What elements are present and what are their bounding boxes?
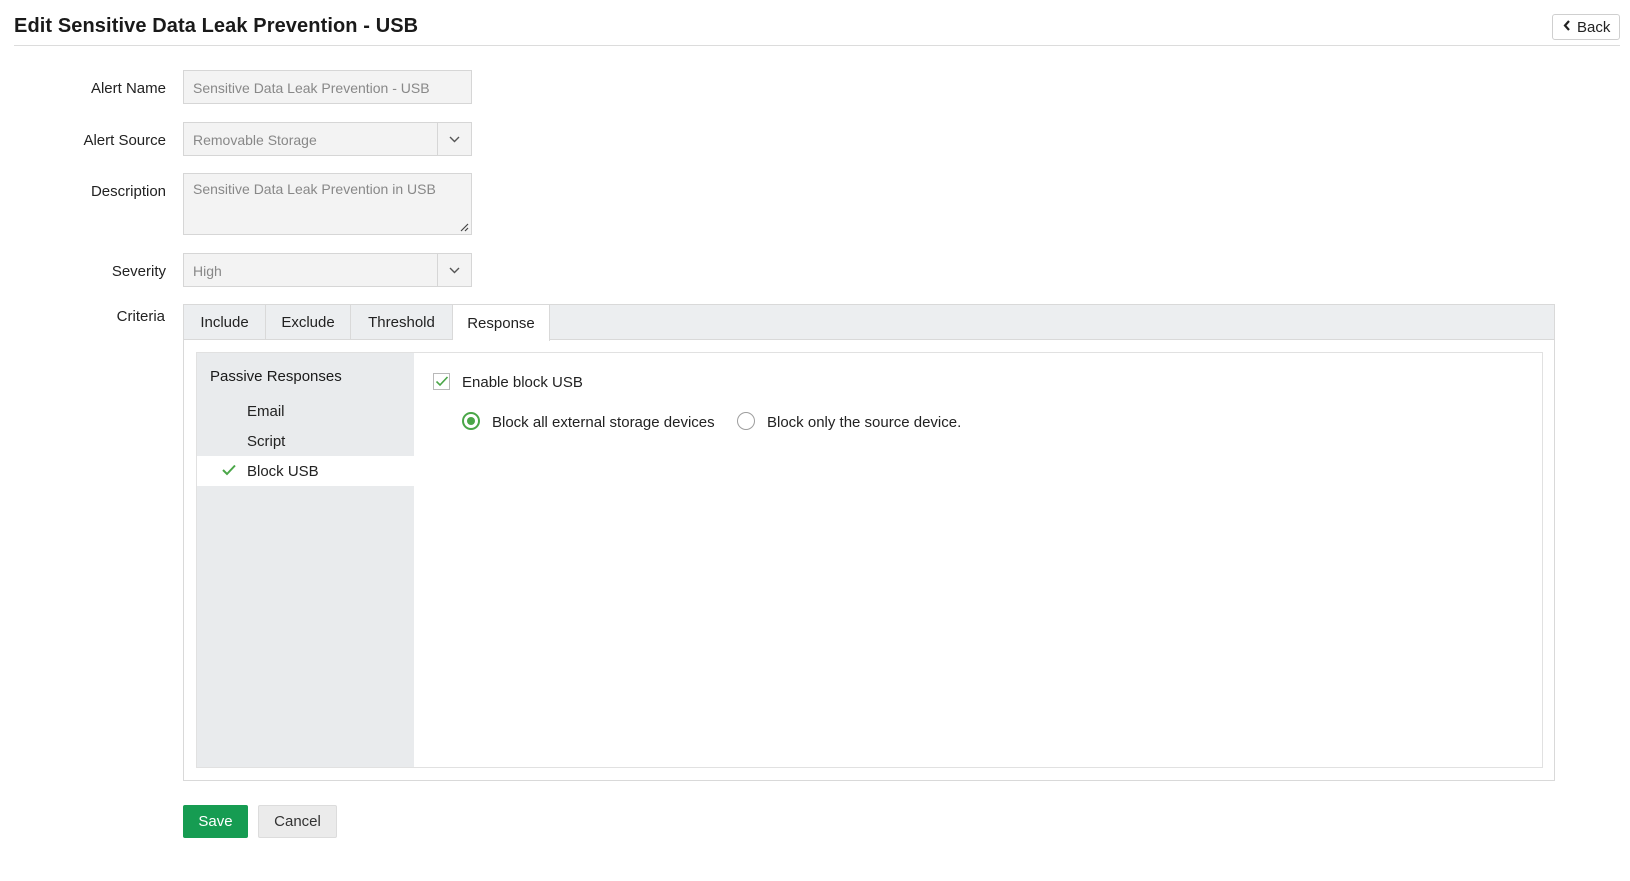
tab-threshold[interactable]: Threshold <box>351 305 453 340</box>
block-source-device-label: Block only the source device. <box>767 414 962 431</box>
alert-name-label: Alert Name <box>90 80 166 97</box>
criteria-label: Criteria <box>116 308 165 325</box>
block-source-device-radio[interactable] <box>737 412 755 430</box>
severity-value: High <box>193 263 222 279</box>
page-header: Edit Sensitive Data Leak Prevention - US… <box>14 0 1620 46</box>
severity-select[interactable]: High <box>183 253 472 287</box>
tab-include[interactable]: Include <box>184 305 266 340</box>
alert-name-input[interactable]: Sensitive Data Leak Prevention - USB <box>183 70 472 104</box>
chevron-down-icon[interactable] <box>437 123 471 155</box>
chevron-down-icon[interactable] <box>437 254 471 286</box>
sidebar-item-email[interactable]: Email <box>197 396 414 426</box>
cancel-button[interactable]: Cancel <box>258 805 337 838</box>
severity-label: Severity <box>111 263 166 280</box>
block-all-devices-label: Block all external storage devices <box>492 414 715 431</box>
sidebar-item-label: Email <box>247 402 285 420</box>
description-textarea[interactable]: Sensitive Data Leak Prevention in USB <box>183 173 472 235</box>
chevron-left-icon <box>1563 20 1571 34</box>
back-button-label: Back <box>1577 18 1611 36</box>
response-panel: Passive Responses Email Script Block USB… <box>196 352 1543 768</box>
alert-source-select[interactable]: Removable Storage <box>183 122 472 156</box>
criteria-box: Include Exclude Threshold Response Passi… <box>183 304 1555 781</box>
back-button[interactable]: Back <box>1552 14 1620 40</box>
block-all-devices-radio[interactable] <box>462 412 480 430</box>
resize-grip-icon[interactable] <box>459 222 469 232</box>
sidebar-item-block-usb[interactable]: Block USB <box>197 456 414 486</box>
criteria-tabbar: Include Exclude Threshold Response <box>184 305 1554 341</box>
tab-exclude[interactable]: Exclude <box>266 305 351 340</box>
check-icon <box>222 463 236 480</box>
sidebar-item-script[interactable]: Script <box>197 426 414 456</box>
passive-responses-sidebar: Passive Responses Email Script Block USB <box>197 353 414 767</box>
sidebar-item-label: Script <box>247 432 286 450</box>
alert-source-value: Removable Storage <box>193 132 317 148</box>
sidebar-item-label: Block USB <box>247 462 319 480</box>
checkmark-icon <box>435 376 449 387</box>
alert-source-label: Alert Source <box>83 132 166 149</box>
description-label: Description <box>90 183 166 200</box>
block-usb-content: Enable block USB Block all external stor… <box>414 353 1542 767</box>
enable-block-usb-checkbox[interactable] <box>433 373 450 390</box>
enable-block-usb-label: Enable block USB <box>462 374 583 391</box>
tab-response[interactable]: Response <box>453 305 550 341</box>
page-title: Edit Sensitive Data Leak Prevention - US… <box>14 15 419 37</box>
save-button[interactable]: Save <box>183 805 248 838</box>
passive-responses-title: Passive Responses <box>210 368 342 385</box>
